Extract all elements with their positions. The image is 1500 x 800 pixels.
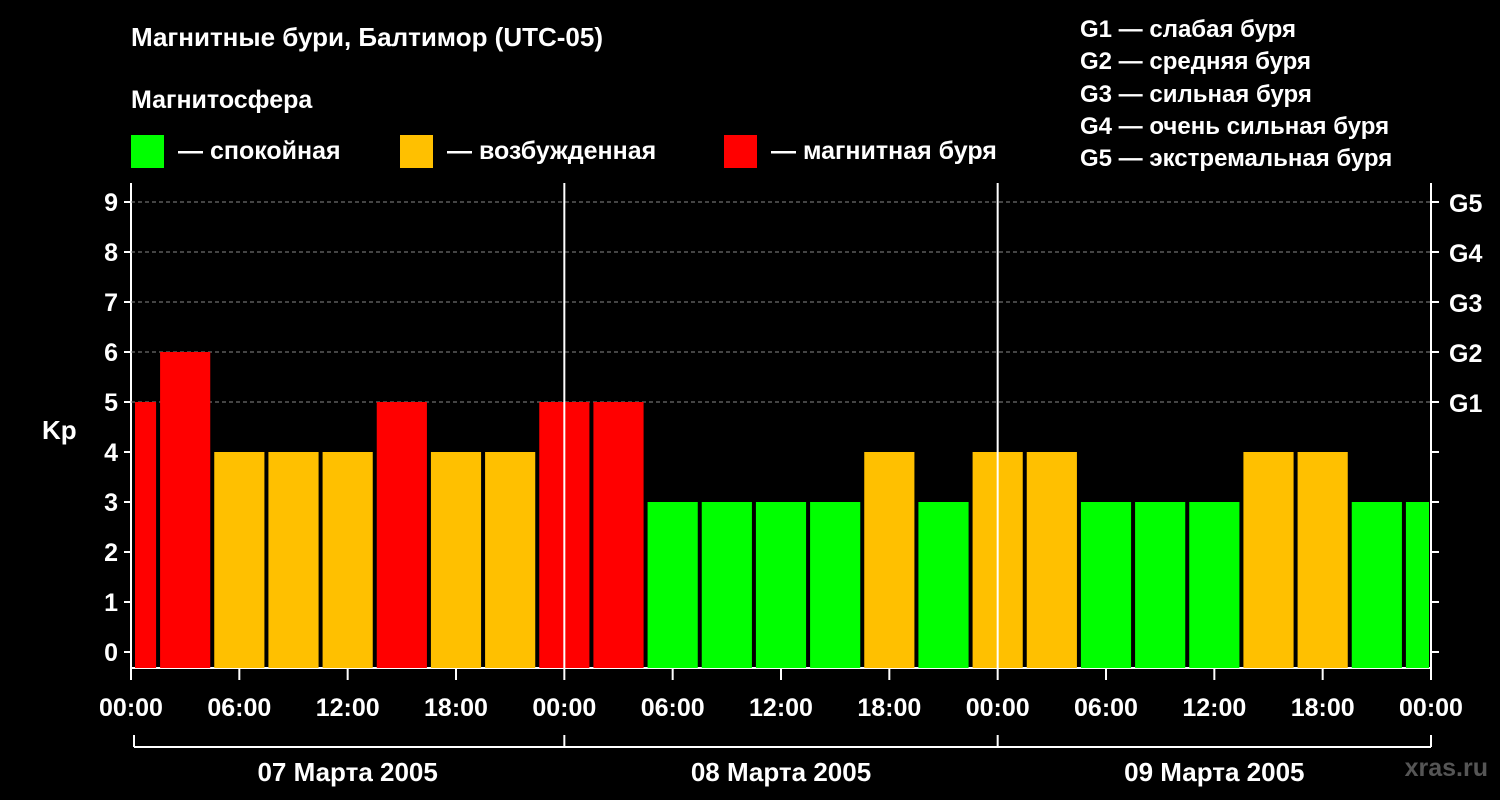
y-tick-label: 5 <box>104 389 118 417</box>
y-tick-label: 0 <box>104 639 118 667</box>
y-tick-label: 6 <box>104 339 118 367</box>
kp-bar <box>755 502 807 668</box>
g-scale-axis-label: G4 <box>1449 240 1482 268</box>
kp-bar <box>1026 452 1077 668</box>
x-tick-label: 06:00 <box>641 694 705 722</box>
y-tick-label: 3 <box>104 489 118 517</box>
watermark: xras.ru <box>1404 754 1488 782</box>
g-scale-axis-label: G2 <box>1449 340 1482 368</box>
x-tick-label: 12:00 <box>316 694 380 722</box>
x-tick-label: 00:00 <box>1399 694 1463 722</box>
x-tick-label: 18:00 <box>424 694 488 722</box>
g-scale-axis-label: G3 <box>1449 290 1482 318</box>
kp-bar <box>1080 502 1132 668</box>
kp-bar <box>485 452 536 668</box>
g-scale-axis-label: G5 <box>1449 190 1482 218</box>
kp-bar <box>1297 452 1348 668</box>
y-axis-label: Kp <box>42 415 77 445</box>
kp-bar <box>593 402 644 668</box>
kp-chart: 0 1 2 3 4 5 6 7 8 9 G1 G2 G3 G4 G5 Kp 00:00 06:00 12:00 18:… <box>42 183 1482 787</box>
y-tick-label: 4 <box>104 439 118 467</box>
x-tick-label: 00:00 <box>966 694 1030 722</box>
y-tick-label: 7 <box>104 289 118 317</box>
kp-bar <box>1135 502 1186 668</box>
kp-bar <box>214 452 265 668</box>
kp-bar <box>268 452 319 668</box>
x-tick-label: 06:00 <box>207 694 271 722</box>
kp-bar <box>647 502 698 668</box>
kp-bar <box>701 502 752 668</box>
x-tick-label: 18:00 <box>1291 694 1355 722</box>
day-label: 07 Марта 2005 <box>257 757 437 787</box>
kp-bar <box>135 402 157 668</box>
kp-bar <box>376 402 427 668</box>
kp-bar <box>160 352 211 668</box>
kp-bar <box>918 502 969 668</box>
y-tick-label: 2 <box>104 539 118 567</box>
x-tick-label: 00:00 <box>99 694 163 722</box>
day-label: 09 Марта 2005 <box>1124 757 1304 787</box>
y-tick-label: 8 <box>104 239 118 267</box>
kp-bar <box>1405 502 1429 668</box>
g-scale-axis-label: G1 <box>1449 390 1482 418</box>
x-tick-label: 12:00 <box>749 694 813 722</box>
y-tick-label: 1 <box>104 589 118 617</box>
y-tick-label: 9 <box>104 189 118 217</box>
x-tick-label: 00:00 <box>532 694 596 722</box>
x-tick-label: 12:00 <box>1182 694 1246 722</box>
kp-bar <box>864 452 915 668</box>
kp-bar <box>322 452 373 668</box>
day-label: 08 Марта 2005 <box>691 757 871 787</box>
kp-bar <box>430 452 482 668</box>
x-tick-label: 06:00 <box>1074 694 1138 722</box>
kp-bar <box>1189 502 1240 668</box>
kp-bar <box>810 502 861 668</box>
x-tick-label: 18:00 <box>857 694 921 722</box>
kp-bar <box>1243 452 1294 668</box>
kp-bar <box>1351 502 1402 668</box>
